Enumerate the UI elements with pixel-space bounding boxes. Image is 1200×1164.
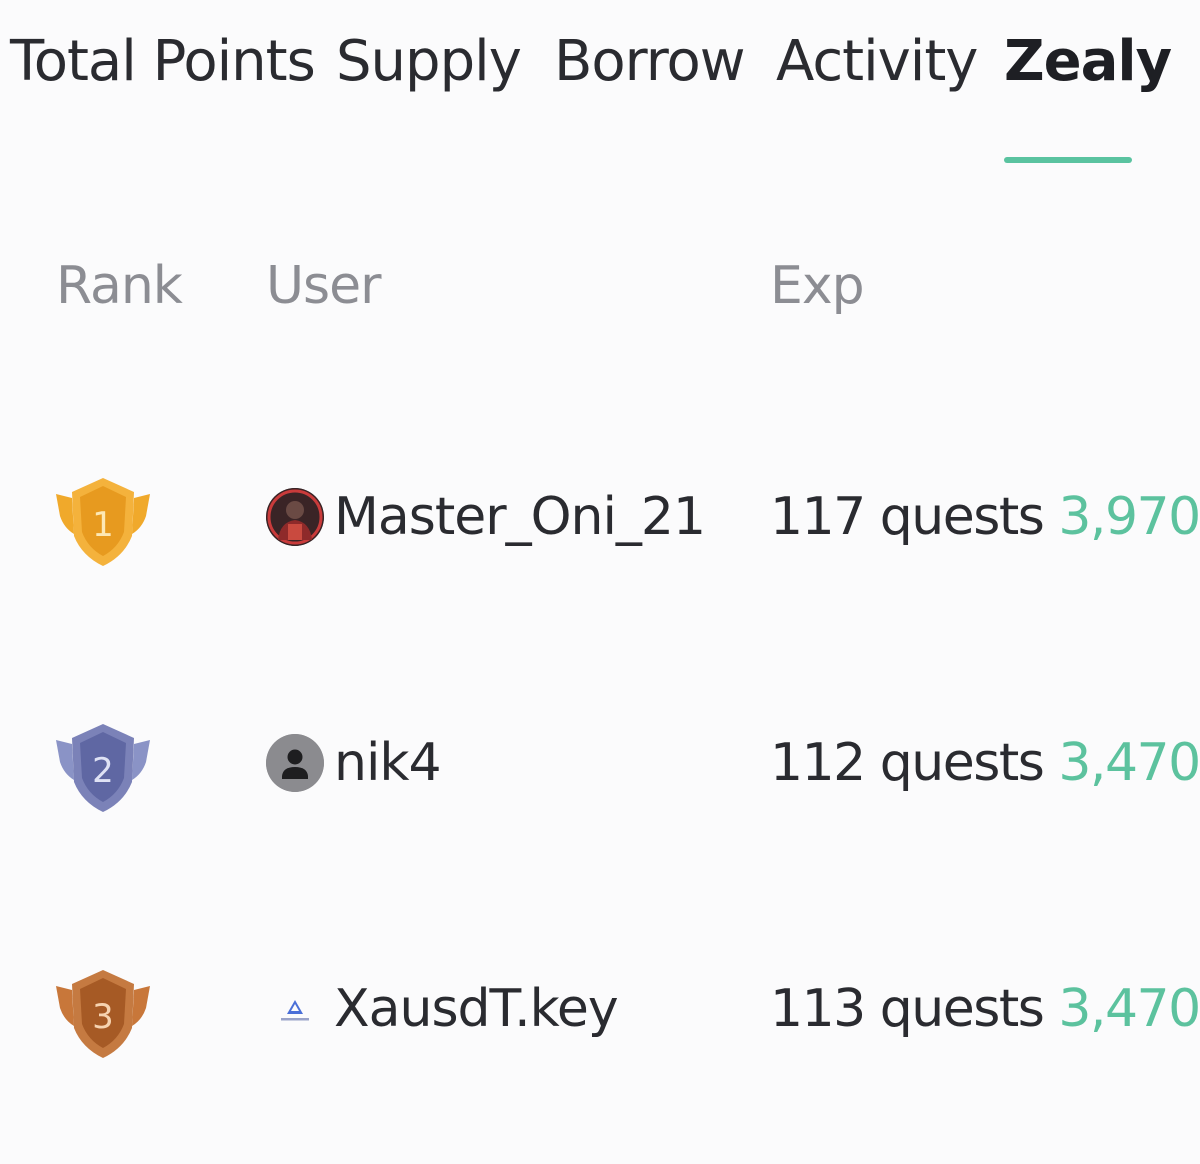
- table-row: 2 nik4 112 quests 3,470 xp: [0, 708, 1200, 828]
- table-row: 3 XausdT.key 113 quests 3,470 xp: [0, 954, 1200, 1074]
- table-row: 1 Master_Oni_21 117 quests 3,970 xp: [0, 462, 1200, 582]
- user-name[interactable]: Master_Oni_21: [334, 482, 706, 552]
- exp-value: 112 quests 3,470 xp: [770, 728, 1200, 798]
- tab-total-points[interactable]: Total Points: [10, 26, 316, 98]
- user-name[interactable]: XausdT.key: [334, 974, 619, 1044]
- xp-amount: 3,970 xp: [1058, 487, 1200, 547]
- tab-supply[interactable]: Supply: [336, 26, 522, 98]
- active-tab-indicator: [1004, 157, 1132, 163]
- tab-borrow[interactable]: Borrow: [554, 26, 746, 98]
- quest-count: 117 quests: [770, 487, 1045, 547]
- default-person-avatar[interactable]: [266, 734, 324, 792]
- column-header-rank: Rank: [56, 256, 183, 316]
- bronze-medal-icon: 3: [56, 970, 150, 1058]
- rank-number: 3: [92, 997, 114, 1037]
- column-header-user: User: [266, 256, 382, 316]
- tab-activity[interactable]: Activity: [776, 26, 978, 98]
- xp-amount: 3,470 xp: [1058, 733, 1200, 793]
- column-header-exp: Exp: [770, 256, 865, 316]
- tab-bar: Total Points Supply Borrow Activity Zeal…: [0, 0, 1200, 170]
- silver-medal-icon: 2: [56, 724, 150, 812]
- gold-medal-icon: 1: [56, 478, 150, 566]
- logo-avatar[interactable]: [266, 980, 324, 1038]
- xp-amount: 3,470 xp: [1058, 979, 1200, 1039]
- exp-value: 117 quests 3,970 xp: [770, 482, 1200, 552]
- tab-zealy[interactable]: Zealy: [1004, 26, 1172, 98]
- rank-number: 2: [92, 751, 114, 791]
- quest-count: 113 quests: [770, 979, 1045, 1039]
- quest-count: 112 quests: [770, 733, 1045, 793]
- user-photo-avatar[interactable]: [266, 488, 324, 546]
- rank-number: 1: [92, 505, 114, 545]
- leaderboard-page: Total Points Supply Borrow Activity Zeal…: [0, 0, 1200, 1164]
- user-name[interactable]: nik4: [334, 728, 442, 798]
- exp-value: 113 quests 3,470 xp: [770, 974, 1200, 1044]
